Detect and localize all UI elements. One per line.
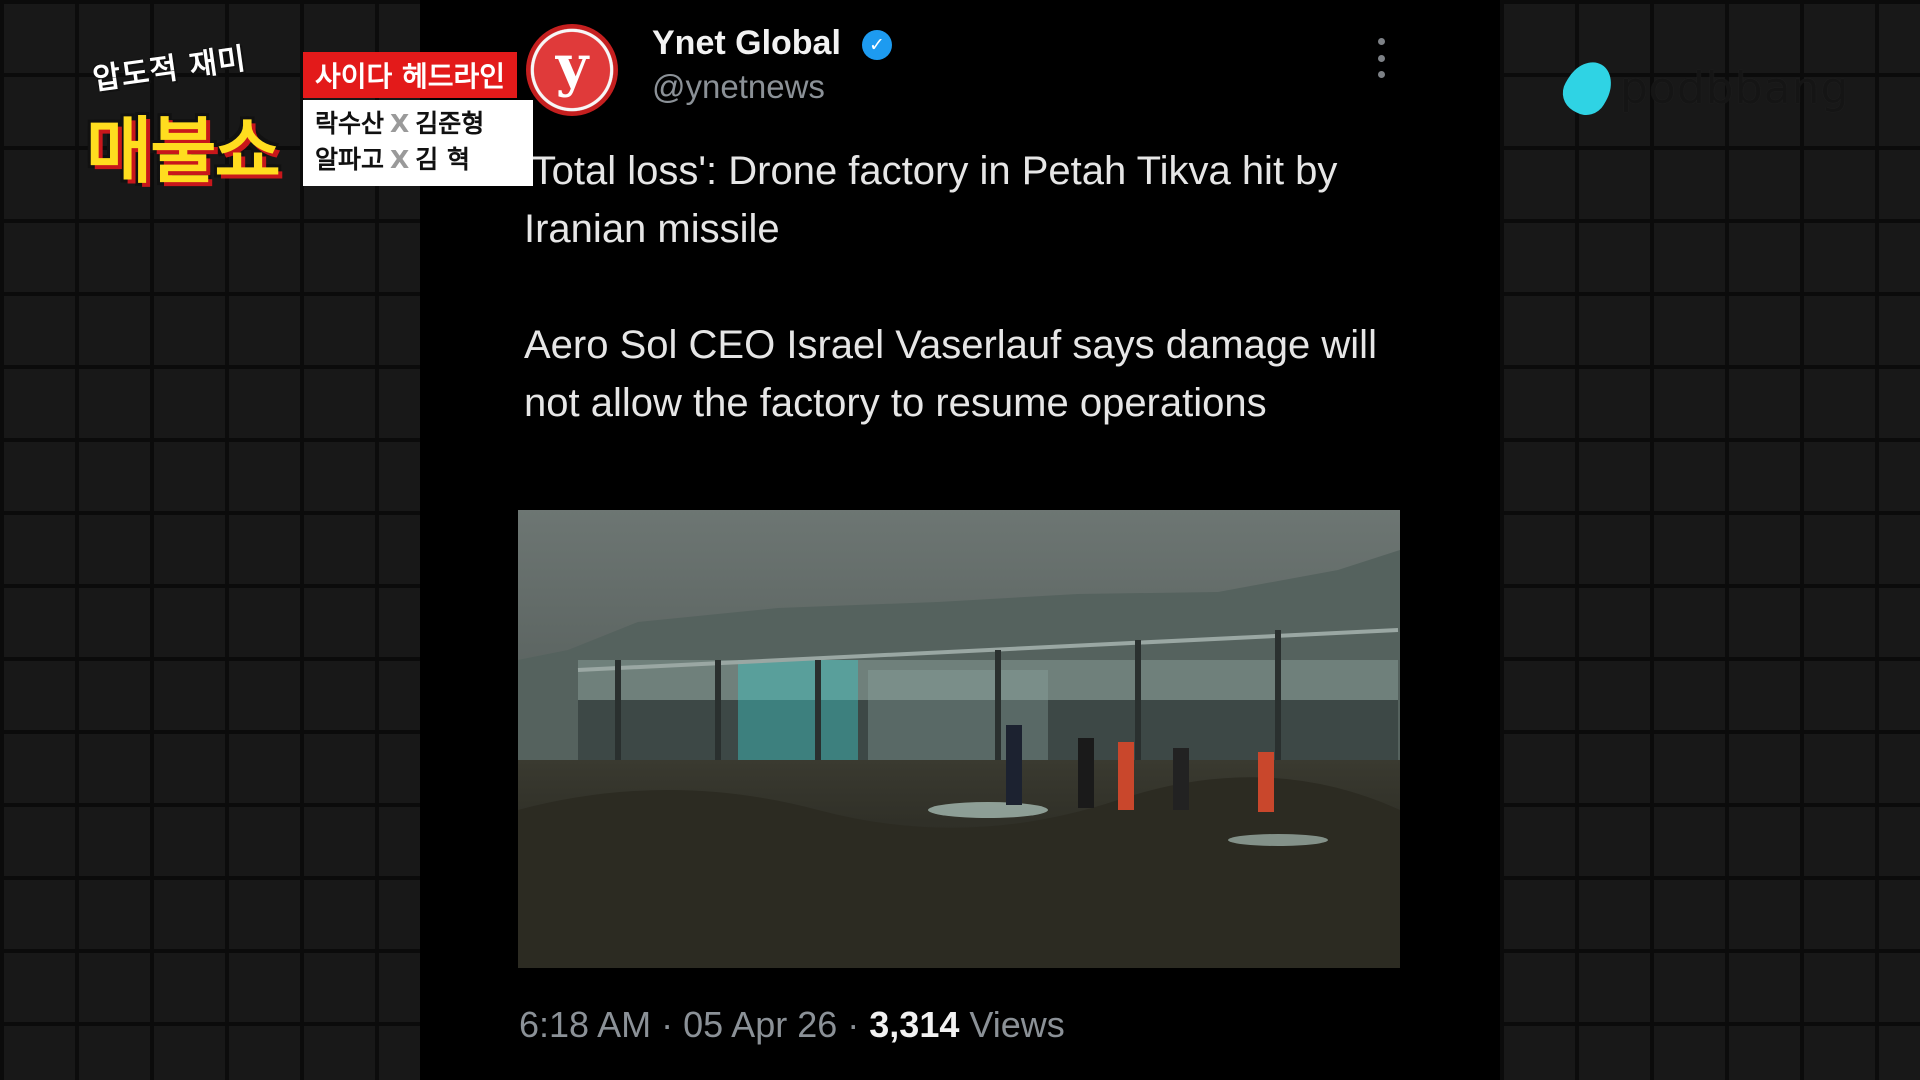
meta-separator: · xyxy=(661,1004,674,1045)
views-count: 3,314 xyxy=(869,1004,960,1045)
avatar[interactable]: y xyxy=(526,24,618,116)
segment-tag: 사이다 헤드라인 xyxy=(303,52,517,98)
tweet-paragraph: 'Total loss': Drone factory in Petah Tik… xyxy=(524,149,1338,251)
handle[interactable]: @ynetnews xyxy=(652,68,825,106)
tweet-time[interactable]: 6:18 AM xyxy=(519,1004,651,1045)
tweet-text: 'Total loss': Drone factory in Petah Tik… xyxy=(524,142,1424,490)
guest-name: 알파고 xyxy=(315,145,385,174)
podbbang-drop-icon xyxy=(1555,53,1621,123)
show-logo: 압도적 재미 매불쇼 xyxy=(82,41,302,194)
guest-name: 락수산 xyxy=(315,109,385,138)
guest-box: 락수산 X 김준형 알파고 X 김 혁 xyxy=(303,100,533,186)
verified-badge-icon: ✓ xyxy=(862,30,892,60)
guest-name: 김 혁 xyxy=(415,145,471,174)
show-title: 매불쇼 xyxy=(86,109,281,193)
display-name[interactable]: Ynet Global xyxy=(652,24,841,63)
show-subtitle: 압도적 재미 xyxy=(90,41,249,98)
photo-destroyed-factory xyxy=(518,510,1400,968)
meta-separator: · xyxy=(847,1004,860,1045)
guest-row: 락수산 X 김준형 xyxy=(315,106,521,142)
podbbang-logo: podbbang xyxy=(1555,53,1850,123)
avatar-letter: y xyxy=(555,33,589,99)
guest-separator: X xyxy=(390,145,410,174)
guest-row: 알파고 X 김 혁 xyxy=(315,142,521,178)
tweet-paragraph: Aero Sol CEO Israel Vaserlauf says damag… xyxy=(524,323,1377,425)
more-options-icon[interactable] xyxy=(1372,38,1390,78)
tweet-card: y Ynet Global ✓ @ynetnews 'Total loss': … xyxy=(420,0,1500,1080)
tweet-photo[interactable] xyxy=(518,510,1400,968)
brick-wall-right xyxy=(1500,0,1920,1080)
podbbang-wordmark: podbbang xyxy=(1620,62,1850,114)
views-label: Views xyxy=(969,1004,1065,1045)
guest-name: 김준형 xyxy=(415,109,485,138)
tweet-meta: 6:18 AM · 05 Apr 26 · 3,314 Views xyxy=(519,1004,1065,1046)
guest-separator: X xyxy=(390,109,410,138)
tweet-date[interactable]: 05 Apr 26 xyxy=(683,1004,837,1045)
